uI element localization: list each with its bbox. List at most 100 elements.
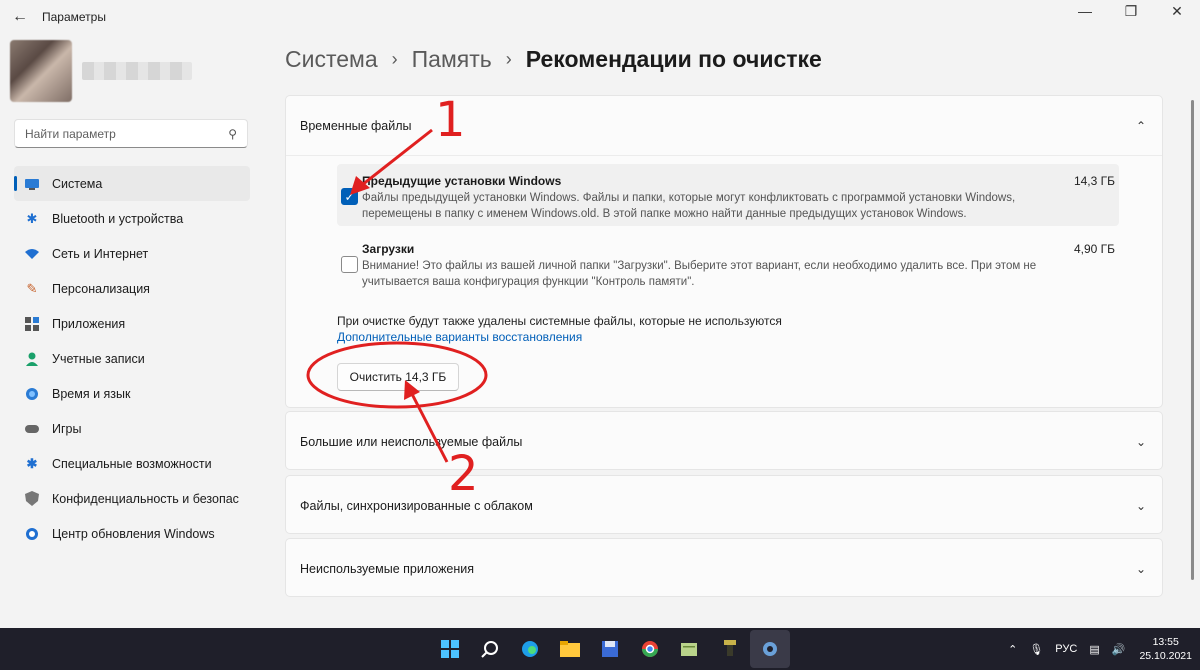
- item-title: Предыдущие установки Windows: [362, 174, 562, 188]
- back-arrow-icon[interactable]: ←: [0, 0, 40, 34]
- close-icon[interactable]: ✕: [1154, 0, 1200, 22]
- item-size: 14,3 ГБ: [1073, 174, 1115, 188]
- search-icon[interactable]: ⚲: [228, 127, 237, 141]
- settings-search-box[interactable]: ⚲: [14, 119, 248, 148]
- taskbar-apps: [430, 628, 790, 670]
- sidebar-item-label: Центр обновления Windows: [52, 526, 215, 541]
- account-icon: [24, 351, 40, 367]
- accessibility-icon: ✱: [26, 455, 38, 471]
- chevron-up-icon[interactable]: ⌃: [1008, 643, 1017, 656]
- sidebar-item-network[interactable]: Сеть и Интернет: [14, 236, 250, 271]
- gamepad-icon: [24, 421, 40, 437]
- sidebar-item-windows-update[interactable]: Центр обновления Windows: [14, 516, 250, 551]
- language-indicator[interactable]: РУС: [1055, 643, 1077, 655]
- sidebar-item-label: Учетные записи: [52, 351, 145, 366]
- item-checkbox[interactable]: ✓: [341, 188, 358, 205]
- sidebar-nav: Система ✱ Bluetooth и устройства Сеть и …: [14, 166, 250, 551]
- chevron-right-icon: ›: [505, 49, 512, 69]
- recovery-options-link[interactable]: Дополнительные варианты восстановления: [337, 330, 582, 344]
- page-title: Рекомендации по очистке: [525, 46, 822, 72]
- volume-icon[interactable]: 🔊: [1112, 643, 1126, 656]
- sidebar-item-privacy[interactable]: Конфиденциальность и безопас: [14, 481, 250, 516]
- section-title: Неиспользуемые приложения: [300, 562, 475, 576]
- sidebar-item-accessibility[interactable]: ✱ Специальные возможности: [14, 446, 250, 481]
- item-title: Загрузки: [362, 242, 415, 256]
- item-description: Внимание! Это файлы из вашей личной папк…: [362, 260, 1037, 288]
- system-icon: [24, 176, 40, 192]
- sidebar-item-label: Сеть и Интернет: [52, 246, 149, 261]
- cloud-files-panel[interactable]: Файлы, синхронизированные с облаком ⌄: [285, 475, 1163, 534]
- time: 13:55: [1152, 636, 1179, 648]
- shield-icon: [24, 491, 40, 507]
- minimize-icon[interactable]: —: [1062, 0, 1108, 22]
- unused-apps-panel[interactable]: Неиспользуемые приложения ⌄: [285, 538, 1163, 597]
- sidebar-item-time-language[interactable]: Время и язык: [14, 376, 250, 411]
- item-checkbox[interactable]: [341, 256, 358, 273]
- cleanup-item-previous-windows[interactable]: ✓ Предыдущие установки Windows 14,3 ГБ Ф…: [337, 164, 1119, 226]
- section-header[interactable]: Большие или неиспользуемые файлы ⌄: [286, 412, 1162, 472]
- microphone-icon[interactable]: 🎙: [1029, 643, 1043, 656]
- section-title: Временные файлы: [300, 118, 412, 133]
- avatar: [10, 40, 72, 102]
- cleanup-note: При очистке будут также удалены системны…: [337, 314, 782, 328]
- sidebar-item-accounts[interactable]: Учетные записи: [14, 341, 250, 376]
- chrome-icon[interactable]: [630, 630, 670, 668]
- chevron-up-icon[interactable]: ⌃: [1136, 119, 1146, 133]
- search-input[interactable]: [25, 126, 229, 141]
- sidebar-item-bluetooth[interactable]: ✱ Bluetooth и устройства: [14, 201, 250, 236]
- system-tray: ⌃ 🎙 РУС ▤ 🔊 13:55 25.10.2021: [996, 628, 1192, 670]
- temp-files-panel: Временные файлы ⌃ ✓ Предыдущие установки…: [285, 95, 1163, 408]
- breadcrumb-system[interactable]: Система: [285, 46, 378, 73]
- clean-button[interactable]: Очистить 14,3 ГБ: [337, 363, 459, 391]
- date: 25.10.2021: [1139, 650, 1192, 662]
- sidebar-item-label: Bluetooth и устройства: [52, 211, 184, 226]
- sidebar-item-gaming[interactable]: Игры: [14, 411, 250, 446]
- sidebar-item-label: Специальные возможности: [52, 456, 212, 471]
- sidebar-item-personalization[interactable]: ✎ Персонализация: [14, 271, 250, 306]
- settings-gear-icon[interactable]: [750, 630, 790, 668]
- sidebar-item-label: Игры: [52, 421, 82, 436]
- annotation-number-2: 2: [448, 446, 479, 502]
- sidebar-item-label: Приложения: [52, 316, 126, 331]
- file-explorer-icon[interactable]: [550, 630, 590, 668]
- title-bar: ← Параметры — ❐ ✕: [0, 0, 1200, 34]
- cleanup-item-downloads[interactable]: Загрузки 4,90 ГБ Внимание! Это файлы из …: [337, 232, 1119, 294]
- section-header[interactable]: Неиспользуемые приложения ⌄: [286, 539, 1162, 599]
- chevron-down-icon[interactable]: ⌄: [1136, 499, 1146, 513]
- sidebar-item-apps[interactable]: Приложения: [14, 306, 250, 341]
- app-title: Параметры: [42, 10, 106, 24]
- sidebar-item-system[interactable]: Система: [14, 166, 250, 201]
- sidebar-item-label: Конфиденциальность и безопас: [52, 491, 239, 506]
- scrollbar[interactable]: [1191, 100, 1194, 580]
- bluetooth-icon: ✱: [26, 210, 38, 226]
- large-files-panel[interactable]: Большие или неиспользуемые файлы ⌄: [285, 411, 1163, 470]
- sidebar-item-label: Система: [52, 176, 103, 191]
- clock[interactable]: 13:55 25.10.2021: [1139, 635, 1192, 663]
- globe-icon: [24, 386, 40, 402]
- save-disk-icon[interactable]: [590, 630, 630, 668]
- user-name-redacted: [82, 62, 192, 80]
- chevron-down-icon[interactable]: ⌄: [1136, 562, 1146, 576]
- brush-icon: ✎: [26, 280, 38, 296]
- wifi-icon: [24, 246, 40, 262]
- window-controls: — ❐ ✕: [1062, 0, 1200, 22]
- start-icon[interactable]: [430, 630, 470, 668]
- apps-icon: [24, 316, 40, 332]
- section-header[interactable]: Файлы, синхронизированные с облаком ⌄: [286, 476, 1162, 536]
- maximize-icon[interactable]: ❐: [1108, 0, 1154, 22]
- tool-icon[interactable]: [710, 630, 750, 668]
- search-icon[interactable]: [470, 630, 510, 668]
- section-title: Большие или неиспользуемые файлы: [300, 435, 523, 449]
- temp-files-header[interactable]: Временные файлы ⌃: [286, 96, 1162, 156]
- notepad-icon[interactable]: [670, 630, 710, 668]
- chevron-down-icon[interactable]: ⌄: [1136, 435, 1146, 449]
- annotation-number-1: 1: [435, 92, 466, 148]
- update-icon: [24, 526, 40, 542]
- chevron-right-icon: ›: [391, 49, 398, 69]
- section-title: Файлы, синхронизированные с облаком: [300, 499, 533, 513]
- user-profile[interactable]: [10, 40, 192, 102]
- item-size: 4,90 ГБ: [1073, 242, 1115, 256]
- network-icon[interactable]: ▤: [1089, 643, 1099, 656]
- breadcrumb-storage[interactable]: Память: [412, 46, 492, 73]
- edge-icon[interactable]: [510, 630, 550, 668]
